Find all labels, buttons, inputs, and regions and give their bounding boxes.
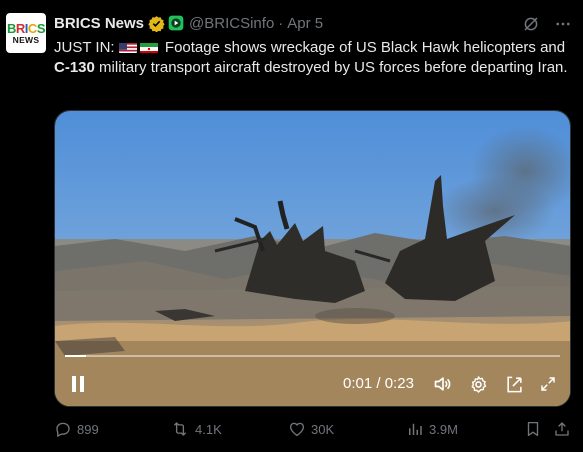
- share-button[interactable]: [553, 420, 571, 438]
- avatar-logo-text: BRICS: [7, 20, 45, 36]
- top-icons: [521, 14, 573, 34]
- avatar-sub-text: NEWS: [12, 34, 40, 45]
- fullscreen-icon[interactable]: [537, 373, 559, 395]
- video-frame[interactable]: [55, 111, 571, 407]
- like-count: 30K: [311, 421, 335, 437]
- heart-icon: [289, 422, 305, 437]
- avatar[interactable]: BRICS NEWS: [6, 13, 46, 53]
- more-options-icon[interactable]: [553, 14, 573, 34]
- post-text: JUST IN: Footage shows wreckage of US Bl…: [54, 38, 576, 78]
- verified-badge-icon[interactable]: [148, 15, 165, 32]
- picture-in-picture-icon[interactable]: [503, 373, 525, 395]
- post-prefix: JUST IN:: [54, 39, 115, 56]
- settings-gear-icon[interactable]: [467, 373, 489, 395]
- action-bar: 899 4.1K 30K 3.9M: [54, 420, 576, 440]
- video-player[interactable]: 0:01 / 0:23: [54, 110, 571, 407]
- like-button[interactable]: 30K: [288, 420, 334, 438]
- tweet-header: BRICS News @BRICSinfo · Apr 5: [54, 13, 323, 33]
- reply-count: 899: [77, 421, 99, 437]
- reply-icon: [56, 422, 70, 437]
- video-timestamp: 0:01 / 0:23: [343, 375, 414, 392]
- us-flag-icon: [118, 41, 137, 53]
- analytics-icon: [409, 423, 422, 435]
- user-handle[interactable]: @BRICSinfo: [189, 15, 274, 32]
- views-button[interactable]: 3.9M: [406, 420, 458, 438]
- post-bold-term: C-130: [54, 59, 95, 76]
- time-separator: /: [376, 375, 381, 392]
- pause-icon[interactable]: [67, 373, 89, 395]
- bookmark-button[interactable]: [524, 420, 542, 438]
- separator-dot: ·: [278, 14, 284, 32]
- reply-button[interactable]: 899: [54, 420, 99, 438]
- bookmark-icon: [527, 421, 539, 437]
- repost-button[interactable]: 4.1K: [170, 420, 222, 438]
- post-text-part2: military transport aircraft destroyed by…: [99, 59, 568, 76]
- volume-icon[interactable]: [431, 373, 455, 395]
- display-name[interactable]: BRICS News: [54, 15, 144, 32]
- view-count: 3.9M: [429, 421, 458, 437]
- repost-count: 4.1K: [195, 421, 222, 437]
- affiliate-badge-icon[interactable]: [168, 15, 184, 31]
- time-total: 0:23: [384, 375, 414, 392]
- video-progress-fill: [65, 355, 87, 357]
- repost-icon: [173, 422, 187, 436]
- time-current: 0:01: [343, 375, 373, 392]
- video-progress-bar[interactable]: [65, 355, 560, 357]
- post-text-part1: Footage shows wreckage of US Black Hawk …: [164, 39, 566, 56]
- tweet[interactable]: BRICS NEWS BRICS News @BRICSinfo · Apr 5…: [0, 0, 583, 452]
- post-date[interactable]: Apr 5: [287, 15, 323, 32]
- share-icon: [555, 422, 569, 436]
- grok-icon[interactable]: [521, 14, 541, 34]
- iran-flag-icon: [139, 41, 158, 53]
